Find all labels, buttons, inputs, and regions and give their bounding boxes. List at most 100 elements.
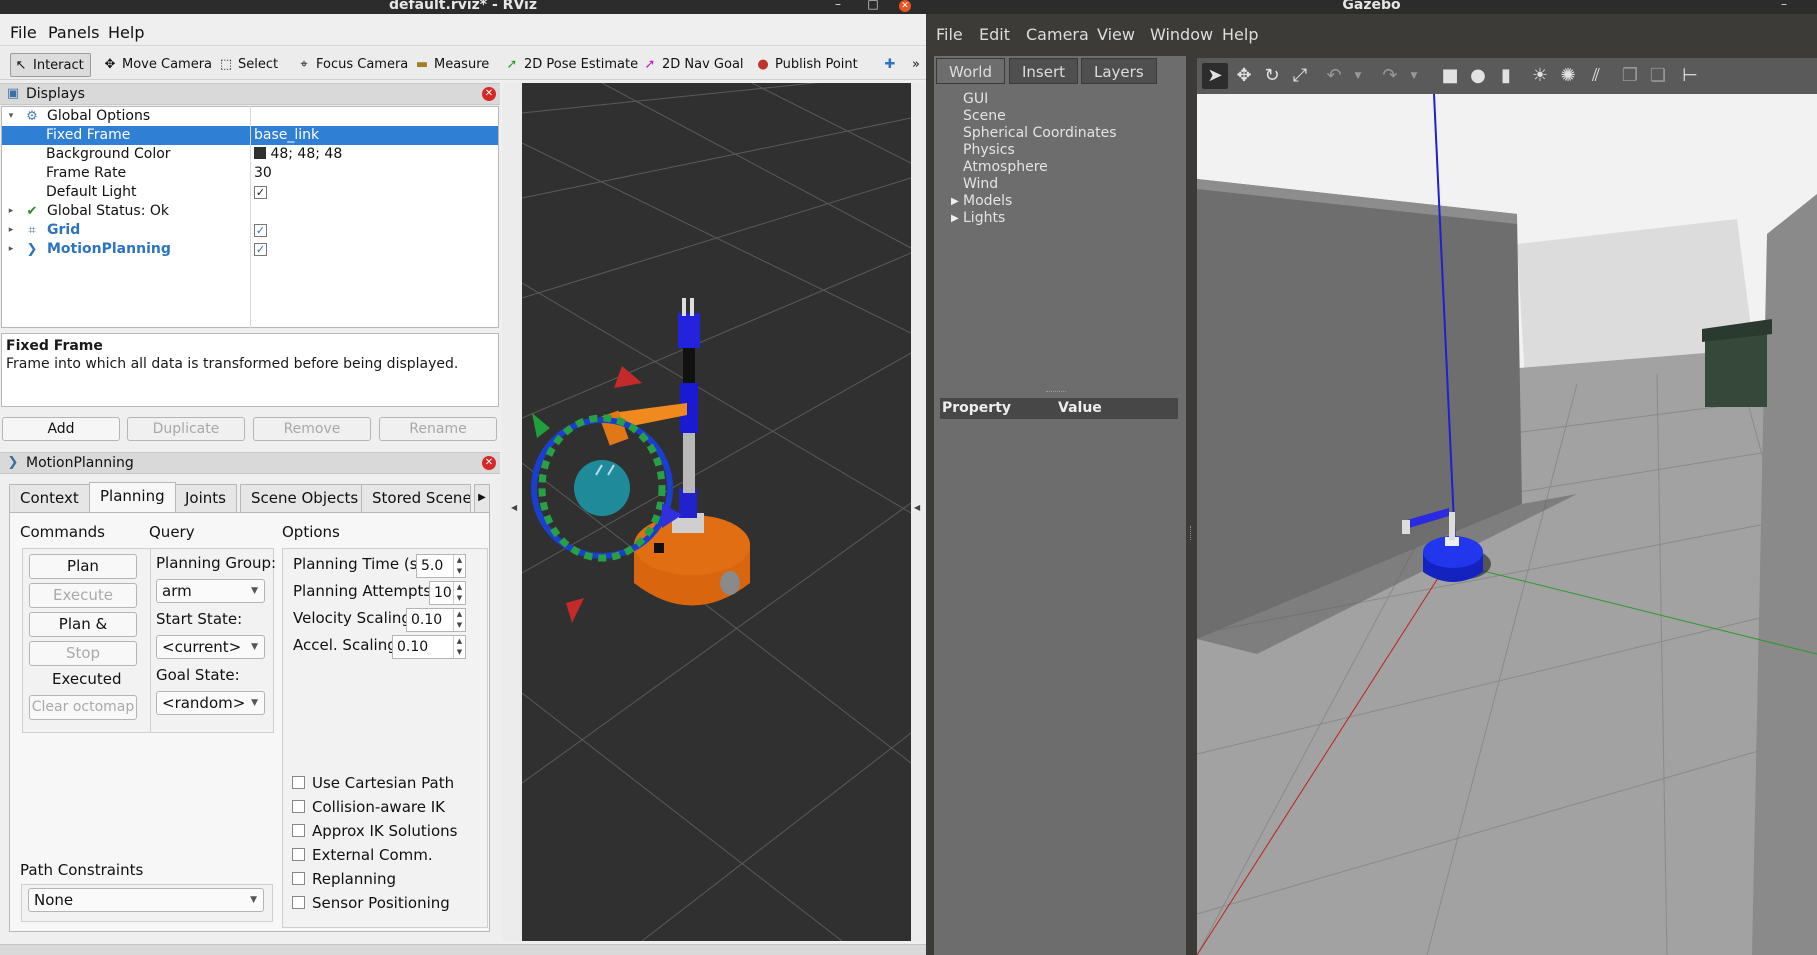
spin-arrows-icon[interactable]: ▲ ▼ <box>453 609 465 631</box>
world-item-spherical-coordinates[interactable]: Spherical Coordinates <box>963 125 1117 142</box>
gz-tab-layers[interactable]: Layers <box>1081 58 1157 84</box>
replanning-checkbox[interactable]: Replanning <box>292 869 396 889</box>
collapse-right-icon[interactable]: ◀ <box>914 503 920 512</box>
approx-ik-solutions-checkbox[interactable]: Approx IK Solutions <box>292 821 457 841</box>
gz-menu-help[interactable]: Help <box>1222 25 1258 44</box>
menu-panels[interactable]: Panels <box>48 23 100 42</box>
splitter-handle[interactable] <box>1046 391 1066 394</box>
tool-select[interactable]: ⬚ Select <box>216 53 278 77</box>
paste-icon[interactable]: ❏ <box>1645 63 1671 89</box>
maximize-icon[interactable]: □ <box>867 0 879 10</box>
plan-execute-button[interactable]: Plan & Execute <box>29 612 137 656</box>
spin-arrows-icon[interactable]: ▲ ▼ <box>453 636 465 658</box>
tool-2d-nav-goal[interactable]: ➚ 2D Nav Goal <box>640 53 744 77</box>
gz-menu-camera[interactable]: Camera <box>1026 25 1089 44</box>
gz-tab-insert[interactable]: Insert <box>1009 58 1079 84</box>
menu-help[interactable]: Help <box>108 23 144 42</box>
undo-icon[interactable]: ↶ <box>1321 63 1347 89</box>
world-item-gui[interactable]: GUI <box>963 91 988 108</box>
tab-stored-scenes[interactable]: Stored Scene <box>361 484 471 512</box>
close-displays-icon[interactable]: ✕ <box>482 87 496 101</box>
point-light-icon[interactable]: ☀ <box>1527 63 1553 89</box>
tool-measure[interactable]: ▬ Measure <box>412 53 489 77</box>
tab-planning[interactable]: Planning <box>89 482 176 512</box>
add-button[interactable]: Add <box>2 417 120 441</box>
menu-file[interactable]: File <box>10 23 37 42</box>
close-window-icon[interactable]: ✕ <box>899 0 911 12</box>
start-state-select[interactable]: <current> ▼ <box>156 635 265 659</box>
expand-down-icon[interactable]: ▾ <box>6 107 16 126</box>
velocity-scaling-spinbox[interactable]: 0.10 ▲ ▼ <box>406 608 466 632</box>
panel-splitter[interactable]: ◀ <box>502 83 522 941</box>
rename-button[interactable]: Rename <box>379 417 497 441</box>
background-color-value[interactable]: 48; 48; 48 <box>254 145 342 164</box>
stop-button[interactable]: Stop <box>29 641 137 666</box>
fixed-frame-value[interactable]: base_link <box>254 126 319 145</box>
frame-rate-value[interactable]: 30 <box>254 164 272 183</box>
minimize-icon[interactable]: – <box>832 0 844 10</box>
rotate-icon[interactable]: ↻ <box>1259 63 1285 89</box>
default-light-checkbox[interactable]: ✓ <box>254 185 267 199</box>
copy-icon[interactable]: ❐ <box>1617 63 1643 89</box>
world-item-scene[interactable]: Scene <box>963 108 1006 125</box>
remove-button[interactable]: Remove <box>253 417 371 441</box>
world-item-wind[interactable]: Wind <box>963 176 998 193</box>
spin-arrows-icon[interactable]: ▲ ▼ <box>453 555 465 577</box>
execute-button[interactable]: Execute <box>29 583 137 608</box>
collapse-left-icon[interactable]: ◀ <box>511 503 517 512</box>
gazebo-3d-view[interactable] <box>1197 94 1817 955</box>
spot-light-icon[interactable]: ✺ <box>1555 63 1581 89</box>
directional-light-icon[interactable]: ⫽ <box>1583 63 1609 89</box>
toolbar-overflow-button[interactable]: » <box>906 53 920 77</box>
gz-menu-window[interactable]: Window <box>1150 25 1213 44</box>
world-item-atmosphere[interactable]: Atmosphere <box>963 159 1048 176</box>
cylinder-icon[interactable]: ▮ <box>1493 63 1519 89</box>
tab-scroll-right-icon[interactable]: ▶ <box>474 484 490 512</box>
world-item-lights[interactable]: ▶ Lights <box>951 210 1005 227</box>
align-icon[interactable]: ⊢ <box>1677 63 1703 89</box>
translate-icon[interactable]: ✥ <box>1231 63 1257 89</box>
motion-planning-checkbox[interactable]: ✓ <box>254 242 267 256</box>
sensor-positioning-checkbox[interactable]: Sensor Positioning <box>292 893 450 913</box>
select-icon[interactable]: ➤ <box>1202 63 1228 89</box>
tool-publish-point[interactable]: ● Publish Point <box>753 53 857 77</box>
world-item-physics[interactable]: Physics <box>963 142 1015 159</box>
scale-icon[interactable]: ⤢ <box>1287 63 1313 89</box>
undo-history-icon[interactable]: ▼ <box>1345 63 1371 89</box>
tool-interact[interactable]: ↖ Interact <box>10 53 91 77</box>
external-comm-checkbox[interactable]: External Comm. <box>292 845 433 865</box>
gz-menu-file[interactable]: File <box>936 25 963 44</box>
grid-checkbox[interactable]: ✓ <box>254 223 267 237</box>
gz-menu-view[interactable]: View <box>1097 25 1135 44</box>
plan-button[interactable]: Plan <box>29 554 137 579</box>
gazebo-splitter[interactable] <box>1186 56 1197 955</box>
collision-aware-ik-checkbox[interactable]: Collision-aware IK <box>292 797 445 817</box>
goal-state-select[interactable]: <random> ▼ <box>156 691 265 715</box>
expand-right-icon[interactable]: ▶ <box>951 193 959 210</box>
splitter-grip[interactable] <box>1190 526 1192 540</box>
accel-scaling-spinbox[interactable]: 0.10 ▲ ▼ <box>392 635 466 659</box>
tool-focus-camera[interactable]: ⌖ Focus Camera <box>294 53 408 77</box>
right-dock-splitter[interactable]: ◀ <box>911 83 926 941</box>
planning-time-spinbox[interactable]: 5.0 ▲ ▼ <box>416 554 466 578</box>
clear-octomap-button[interactable]: Clear octomap <box>29 695 137 720</box>
tab-joints[interactable]: Joints <box>174 484 237 512</box>
gz-menu-edit[interactable]: Edit <box>979 25 1010 44</box>
planning-attempts-spinbox[interactable]: 10 ▲ ▼ <box>429 581 466 605</box>
planning-group-select[interactable]: arm ▼ <box>156 579 265 603</box>
expand-right-icon[interactable]: ▶ <box>951 210 959 227</box>
use-cartesian-path-checkbox[interactable]: Use Cartesian Path <box>292 773 454 793</box>
tool-2d-pose-estimate[interactable]: ➚ 2D Pose Estimate <box>502 53 639 77</box>
box-icon[interactable]: ■ <box>1437 63 1463 89</box>
expand-right-icon[interactable]: ▸ <box>6 240 16 259</box>
duplicate-button[interactable]: Duplicate <box>127 417 245 441</box>
tab-context[interactable]: Context <box>9 484 90 512</box>
path-constraints-select[interactable]: None ▼ <box>28 888 264 912</box>
spin-arrows-icon[interactable]: ▲ ▼ <box>453 582 465 604</box>
tab-scene-objects[interactable]: Scene Objects <box>240 484 370 512</box>
expand-right-icon[interactable]: ▸ <box>6 202 16 221</box>
expand-right-icon[interactable]: ▸ <box>6 221 16 240</box>
sphere-icon[interactable]: ● <box>1465 63 1491 89</box>
add-tool-button[interactable]: ✚ <box>880 53 896 77</box>
minimize-icon[interactable]: – <box>1778 0 1790 10</box>
